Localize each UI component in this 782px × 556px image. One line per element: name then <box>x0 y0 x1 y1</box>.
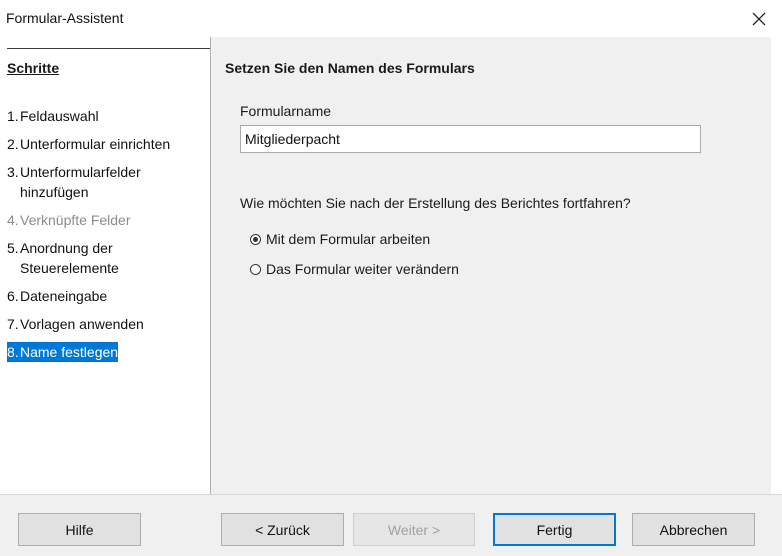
step-7[interactable]: 7. Vorlagen anwenden <box>7 314 144 334</box>
radio-button[interactable] <box>250 263 261 275</box>
step-8[interactable]: 8. Name festlegen <box>7 342 119 362</box>
step-number: 3. <box>7 164 19 180</box>
right-edge-strip <box>771 37 782 494</box>
step-label: Anordnung der Steuerelemente <box>20 240 119 276</box>
step-5[interactable]: 5. Anordnung der Steuerelemente <box>7 238 147 278</box>
radio-modify-form[interactable]: Das Formular weiter verändern <box>250 261 459 277</box>
step-label: Unterformular einrichten <box>20 136 171 152</box>
back-button[interactable]: < Zurück <box>221 513 344 546</box>
next-button: Weiter > <box>353 513 475 546</box>
step-4: 4. Verknüpfte Felder <box>7 210 131 230</box>
step-number: 2. <box>7 136 19 152</box>
step-label: Feldauswahl <box>20 108 99 124</box>
step-1[interactable]: 1. Feldauswahl <box>7 106 99 126</box>
finish-button[interactable]: Fertig <box>493 513 616 546</box>
content-panel: Setzen Sie den Namen des Formulars Formu… <box>211 37 771 494</box>
continue-question: Wie möchten Sie nach der Erstellung des … <box>240 195 631 211</box>
step-2[interactable]: 2. Unterformular einrichten <box>7 134 170 154</box>
radio-button-checked[interactable] <box>250 233 261 245</box>
step-number: 5. <box>7 240 19 256</box>
step-6[interactable]: 6. Dateneingabe <box>7 286 107 306</box>
radio-work-with-form[interactable]: Mit dem Formular arbeiten <box>250 231 430 247</box>
step-label: Unterformularfelder hinzufügen <box>20 164 141 200</box>
radio-label: Mit dem Formular arbeiten <box>266 231 431 247</box>
radio-label: Das Formular weiter verändern <box>266 261 459 277</box>
step-number: 6. <box>7 288 19 304</box>
step-number: 1. <box>7 108 19 124</box>
step-3[interactable]: 3. Unterformularfelder hinzufügen <box>7 162 167 202</box>
steps-panel: Schritte 1. Feldauswahl 2. Unterformular… <box>0 37 211 494</box>
form-name-input[interactable] <box>240 125 701 153</box>
window-title: Formular-Assistent <box>6 10 124 26</box>
step-number: 8. <box>7 344 19 360</box>
step-label: Verknüpfte Felder <box>20 212 131 228</box>
steps-divider <box>7 48 210 49</box>
step-number: 7. <box>7 316 19 332</box>
step-number: 4. <box>7 212 19 228</box>
steps-heading: Schritte <box>7 60 60 76</box>
step-label: Dateneingabe <box>20 288 108 304</box>
step-label: Vorlagen anwenden <box>20 316 144 332</box>
form-name-label: Formularname <box>240 103 332 119</box>
close-icon <box>752 12 766 25</box>
title-bar: Formular-Assistent <box>0 0 782 37</box>
help-button[interactable]: Hilfe <box>18 513 141 546</box>
cancel-button[interactable]: Abbrechen <box>632 513 755 546</box>
close-button[interactable] <box>736 0 782 37</box>
footer-divider <box>0 494 782 495</box>
section-title: Setzen Sie den Namen des Formulars <box>225 60 475 76</box>
step-label: Name festlegen <box>20 344 119 360</box>
